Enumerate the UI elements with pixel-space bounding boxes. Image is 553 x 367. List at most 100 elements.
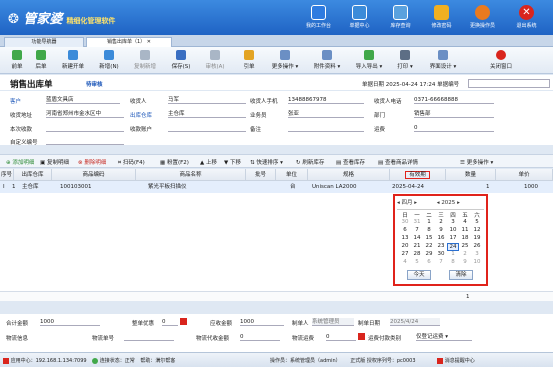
change-operator-button[interactable]: 更换操作员 bbox=[466, 2, 499, 34]
inventory-query-button[interactable]: 库存查询 bbox=[384, 2, 417, 34]
calendar-day[interactable]: 5 bbox=[411, 259, 423, 265]
custom-number-field[interactable] bbox=[46, 137, 124, 145]
calendar-day[interactable]: 14 bbox=[411, 235, 423, 241]
document-center-button[interactable]: 单据中心 bbox=[343, 2, 376, 34]
change-password-button[interactable]: 修改密码 bbox=[425, 2, 458, 34]
configure-button[interactable]: ▦ 粉置(F2) bbox=[160, 158, 189, 166]
dept-field[interactable]: 销售部 bbox=[414, 110, 494, 118]
message-center-link[interactable]: 消息提醒中心 bbox=[445, 358, 475, 364]
cell-price[interactable]: 1000 bbox=[524, 182, 538, 193]
clear-button[interactable]: 清除 bbox=[449, 270, 473, 280]
calendar-day[interactable]: 7 bbox=[411, 227, 423, 233]
calendar-day[interactable]: 10 bbox=[471, 259, 483, 265]
close-tab-icon[interactable]: ✕ bbox=[147, 39, 151, 45]
col-spec-header[interactable]: 规格 bbox=[308, 169, 390, 181]
next-doc-button[interactable]: 后单 bbox=[30, 48, 52, 73]
receiver-mobile-field[interactable]: 13488867978 bbox=[288, 96, 364, 104]
customer-field[interactable]: 蓝盾文具店 bbox=[46, 96, 120, 104]
calendar-day[interactable]: 9 bbox=[459, 259, 471, 265]
calendar-day[interactable]: 7 bbox=[435, 259, 447, 265]
col-batch-header[interactable]: 批号 bbox=[246, 169, 276, 181]
calendar-day[interactable]: 11 bbox=[459, 227, 471, 233]
cell-qty[interactable]: 1 bbox=[486, 182, 490, 193]
prev-year-icon[interactable]: ◂ bbox=[437, 200, 440, 206]
view-product-button[interactable]: ▤ 查看商品详情 bbox=[378, 158, 418, 166]
calendar-day[interactable]: 8 bbox=[423, 227, 435, 233]
discount-field[interactable]: 0 bbox=[162, 318, 178, 326]
customer-label[interactable]: 客户 bbox=[10, 97, 21, 105]
audit-button[interactable]: 审核(A) bbox=[200, 48, 230, 73]
help-link[interactable]: 帮助：满尔帮客 bbox=[140, 358, 175, 364]
address-field[interactable]: 河南省郑州市金水区中 bbox=[46, 110, 124, 118]
view-stock-button[interactable]: ▤ 查看库存 bbox=[336, 158, 365, 166]
freight-field[interactable]: 0 bbox=[414, 124, 494, 132]
calendar-day[interactable]: 25 bbox=[459, 243, 471, 249]
receiver-phone-field[interactable]: 0371-66668888 bbox=[414, 96, 494, 104]
import-export-button[interactable]: 导入导出 ▾ bbox=[350, 48, 388, 73]
calendar-day[interactable]: 30 bbox=[399, 219, 411, 225]
calendar-day[interactable]: 2 bbox=[435, 219, 447, 225]
calendar-day[interactable]: 4 bbox=[459, 219, 471, 225]
receiver-field[interactable]: 马军 bbox=[168, 96, 246, 104]
calendar-day[interactable]: 29 bbox=[423, 251, 435, 257]
copy-add-button[interactable]: 复制新增 bbox=[128, 48, 162, 73]
calendar-day[interactable]: 1 bbox=[447, 251, 459, 257]
cell-name[interactable]: 紫光平板扫描仪 bbox=[148, 182, 187, 193]
calendar-day[interactable]: 6 bbox=[399, 227, 411, 233]
tab-sales-outbound[interactable]: 销售出库单（1） ✕ bbox=[86, 37, 172, 47]
warehouse-field[interactable]: 主仓库 bbox=[168, 110, 246, 118]
doc-number-field[interactable] bbox=[468, 79, 550, 88]
close-window-button[interactable]: 关闭窗口 bbox=[484, 48, 518, 73]
cell-spec[interactable]: Uniscan LA2000 bbox=[312, 182, 356, 193]
calendar-day[interactable]: 28 bbox=[411, 251, 423, 257]
calendar-day[interactable]: 21 bbox=[411, 243, 423, 249]
ui-design-button[interactable]: 界面设计 ▾ bbox=[424, 48, 462, 73]
cell-warehouse[interactable]: 主仓库 bbox=[22, 182, 39, 193]
today-button[interactable]: 今天 bbox=[407, 270, 431, 280]
calendar-day[interactable]: 4 bbox=[399, 259, 411, 265]
account-field[interactable] bbox=[168, 124, 246, 132]
remark-field[interactable] bbox=[288, 124, 364, 132]
calendar-day[interactable]: 24 bbox=[447, 243, 459, 251]
calendar-day[interactable]: 12 bbox=[471, 227, 483, 233]
import-doc-button[interactable]: 引单 bbox=[236, 48, 262, 73]
copy-detail-button[interactable]: ▣ 复制明细 bbox=[40, 158, 69, 166]
move-down-button[interactable]: ▼ 下移 bbox=[224, 158, 241, 166]
calendar-day[interactable]: 27 bbox=[399, 251, 411, 257]
cod-field[interactable]: 0 bbox=[240, 333, 280, 341]
calendar-day[interactable]: 2 bbox=[459, 251, 471, 257]
col-expiry-header[interactable]: 有效期 bbox=[390, 169, 446, 181]
calendar-day[interactable]: 30 bbox=[435, 251, 447, 257]
col-code-header[interactable]: 商品编码 bbox=[52, 169, 136, 181]
col-name-header[interactable]: 商品名称 bbox=[136, 169, 246, 181]
add-detail-button[interactable]: ⊕ 添加明细 bbox=[6, 158, 34, 166]
cell-unit[interactable]: 台 bbox=[290, 182, 296, 193]
prev-doc-button[interactable]: 前单 bbox=[6, 48, 28, 73]
calendar-day[interactable]: 3 bbox=[447, 219, 459, 225]
calendar-day[interactable]: 3 bbox=[471, 251, 483, 257]
app-center-label[interactable]: 应用中心： bbox=[11, 358, 36, 364]
freight-pay-select[interactable]: 仅登记运费 ▾ bbox=[416, 333, 472, 341]
new-doc-button[interactable]: 新建开单 bbox=[56, 48, 90, 73]
fee-field[interactable]: 0 bbox=[326, 333, 356, 341]
calendar-day[interactable]: 31 bbox=[411, 219, 423, 225]
calendar-day[interactable]: 9 bbox=[435, 227, 447, 233]
more-detail-ops-button[interactable]: ☰ 更多操作 ▾ bbox=[460, 158, 493, 166]
exit-system-button[interactable]: ✕ 退出系统 bbox=[510, 2, 543, 34]
calendar-day[interactable]: 16 bbox=[435, 235, 447, 241]
calendar-day[interactable]: 1 bbox=[423, 219, 435, 225]
col-qty-header[interactable]: 数量 bbox=[446, 169, 496, 181]
calendar-day[interactable]: 10 bbox=[447, 227, 459, 233]
attachments-button[interactable]: 附件资料 ▾ bbox=[308, 48, 346, 73]
prev-month-icon[interactable]: ◂ bbox=[397, 200, 400, 206]
calendar-day[interactable]: 13 bbox=[399, 235, 411, 241]
freight-icon[interactable] bbox=[358, 333, 365, 340]
refresh-stock-button[interactable]: ↻ 刷新库存 bbox=[296, 158, 324, 166]
salesman-field[interactable]: 张亚 bbox=[288, 110, 364, 118]
next-month-icon[interactable]: ▸ bbox=[414, 200, 417, 206]
move-up-button[interactable]: ▲ 上移 bbox=[200, 158, 217, 166]
calendar-day[interactable]: 20 bbox=[399, 243, 411, 249]
calendar-day[interactable]: 26 bbox=[471, 243, 483, 249]
col-warehouse-header[interactable]: 出库仓库 bbox=[14, 169, 52, 181]
calendar-day[interactable]: 17 bbox=[447, 235, 459, 241]
